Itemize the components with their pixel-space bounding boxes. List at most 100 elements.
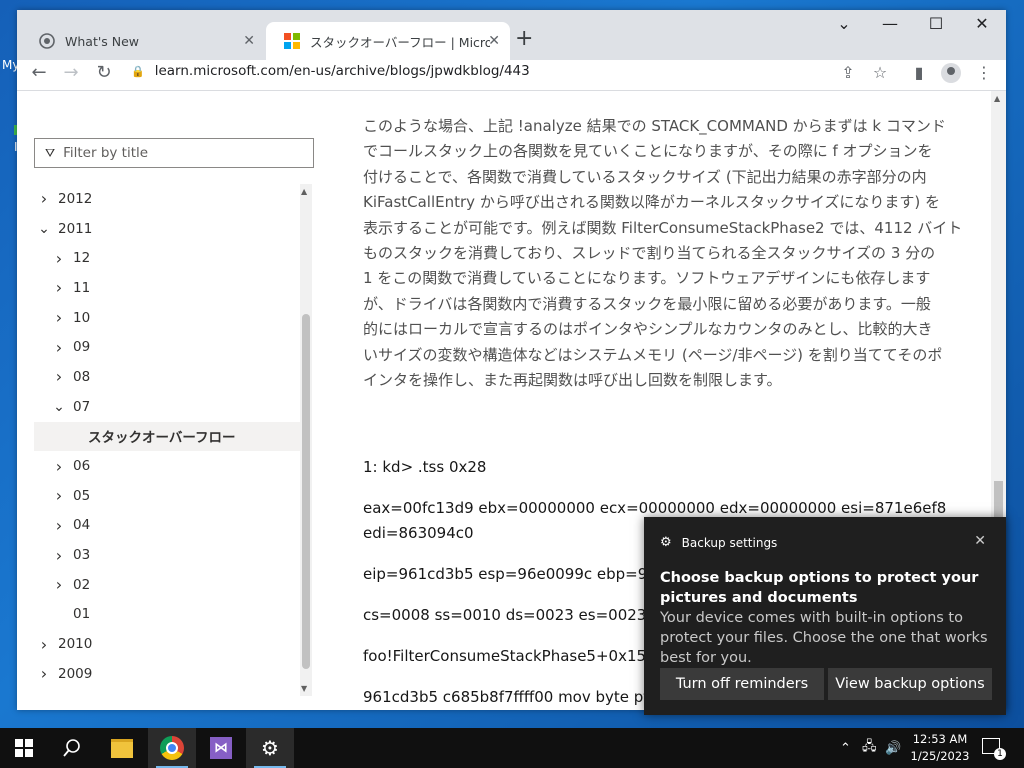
toc-item[interactable]: › 2010 [34, 629, 300, 659]
scroll-up-icon[interactable]: ▲ [301, 187, 307, 196]
toc-item[interactable]: › 12 [34, 243, 300, 273]
paragraph-line: 1 をこの関数で消費していることになります。ソフトウェアデザインにも依存します [363, 269, 931, 288]
chrome-icon [160, 736, 184, 760]
toc-item[interactable]: ⌄ 2011 [34, 214, 300, 244]
toc-item[interactable]: › 09 [34, 332, 300, 362]
chevron-right-icon: › [55, 456, 63, 476]
tab-title: What's New [65, 33, 140, 49]
visual-studio-button[interactable]: ⋈ [197, 728, 245, 768]
back-icon[interactable]: ← [27, 62, 51, 83]
volume-icon[interactable]: 🔊 [885, 728, 901, 768]
chrome-taskbar-button[interactable] [148, 728, 196, 768]
paragraph-line: 表示することが可能です。例えば関数 FilterConsumeStackPhas… [363, 218, 963, 237]
file-explorer-button[interactable] [98, 728, 146, 768]
toc-item-label: 08 [73, 368, 91, 385]
toc-tree: › 2012 ⌄ 2011 › 12 › 11 › 10 › 09 › 08 ⌄ 07 スタックオーバーフロー ›… [34, 184, 300, 689]
chevron-right-icon: › [55, 545, 63, 565]
chevron-right-icon: › [40, 664, 48, 684]
toast-title: Choose backup options to protect your pi… [660, 570, 979, 606]
toc-item[interactable]: › 11 [34, 273, 300, 303]
network-icon[interactable]: 🖧 [862, 728, 877, 768]
tab-search-icon[interactable]: ⌄ [821, 14, 867, 33]
toast-body: Your device comes with built-in options … [660, 610, 988, 666]
start-button[interactable] [0, 728, 48, 768]
scroll-up-icon[interactable]: ▲ [994, 94, 1000, 103]
toc-item-label: 03 [73, 547, 91, 564]
microsoft-icon [284, 33, 300, 49]
chevron-right-icon: › [55, 515, 63, 535]
scroll-down-icon[interactable]: ▼ [301, 684, 307, 693]
reload-icon[interactable]: ↻ [92, 62, 116, 83]
tab-stack-overflow[interactable]: スタックオーバーフロー | Microsoft Lea ✕ [266, 22, 510, 60]
toc-item-label: 07 [73, 398, 91, 415]
toc-item-label: 10 [73, 309, 91, 326]
chevron-down-icon: ⌄ [53, 398, 65, 415]
turn-off-reminders-button[interactable]: Turn off reminders [660, 668, 824, 700]
toc-item[interactable]: › 2009 [34, 659, 300, 689]
toc-item[interactable]: › 08 [34, 362, 300, 392]
toc-scrollbar[interactable]: ▲ ▼ [300, 184, 312, 696]
taskbar-clock[interactable]: 12:53 AM 1/25/2023 [905, 731, 975, 765]
filter-by-title-input[interactable]: ⛛ Filter by title [34, 138, 314, 168]
gear-icon: ⚙ [261, 736, 279, 760]
settings-taskbar-button[interactable]: ⚙ [246, 728, 294, 768]
close-window-button[interactable]: ✕ [959, 14, 1005, 33]
chevron-right-icon: › [55, 486, 63, 506]
paragraph-line: ものスタックを消費しており、スレッドで割り当てられる全スタックサイズの 3 分の [363, 244, 936, 263]
article-paragraph: このような場合、上記 !analyze 結果での STACK_COMMAND か… [363, 114, 975, 393]
chevron-right-icon: › [40, 189, 48, 209]
forward-icon[interactable]: → [59, 62, 83, 83]
chevron-right-icon: › [40, 634, 48, 654]
toc-item[interactable]: › 02 [34, 570, 300, 600]
browser-toolbar: ← → ↻ 🔒 learn.microsoft.com/en-us/archiv… [17, 60, 1006, 90]
maximize-button[interactable]: ☐ [913, 14, 959, 33]
new-tab-button[interactable]: + [515, 26, 533, 51]
filter-placeholder: Filter by title [63, 145, 149, 161]
toc-scroll-thumb[interactable] [302, 314, 310, 669]
close-icon[interactable]: ✕ [243, 33, 255, 49]
toc-item-label: 12 [73, 250, 91, 267]
toc-item-label: スタックオーバーフロー [88, 430, 236, 447]
toc-item-label: 09 [73, 339, 91, 356]
search-button[interactable] [48, 728, 96, 768]
chevron-right-icon: › [55, 278, 63, 298]
paragraph-line: でコールスタック上の各関数を見ていくことになりますが、その際に f オプションを [363, 142, 933, 161]
paragraph-line: KiFastCallEntry から呼び出される関数以降がカーネルスタックサイズ… [363, 193, 940, 212]
paragraph-line: 的にはローカルで宣言するのはポインタやシンプルなカウンタのみとし、比較的大き [363, 320, 933, 339]
url-text: learn.microsoft.com/en-us/archive/blogs/… [154, 63, 530, 79]
toc-item[interactable]: › 05 [34, 481, 300, 511]
toc-item-label: 05 [73, 487, 91, 504]
toc-item-label: 2010 [58, 636, 93, 653]
paragraph-line: インタを操作し、また再起関数は呼び出し回数を制限します。 [363, 371, 782, 390]
tab-whats-new[interactable]: What's New ✕ [21, 22, 265, 60]
toc-item[interactable]: › 2012 [34, 184, 300, 214]
toc-item[interactable]: 01 [34, 600, 300, 630]
debugger-output-line: 1: kd> .tss 0x28 [363, 458, 487, 477]
minimize-button[interactable]: — [867, 14, 913, 33]
toc-item[interactable]: › 06 [34, 451, 300, 481]
address-bar[interactable]: 🔒 learn.microsoft.com/en-us/archive/blog… [125, 60, 845, 82]
close-icon[interactable]: ✕ [488, 33, 500, 49]
share-icon[interactable]: ⇪ [837, 63, 859, 82]
toast-header: ⚙ Backup settings [660, 535, 777, 550]
toc-item[interactable]: › 03 [34, 540, 300, 570]
close-icon[interactable]: ✕ [974, 533, 986, 549]
show-hidden-icons[interactable]: ⌃ [840, 728, 851, 768]
view-backup-options-button[interactable]: View backup options [828, 668, 992, 700]
menu-icon[interactable]: ⋮ [973, 63, 995, 82]
chevron-right-icon: › [55, 575, 63, 595]
toc-sidebar: ⛛ Filter by title › 2012 ⌄ 2011 › 12 › 11 › 10 › 09… [17, 91, 317, 710]
chevron-right-icon: › [55, 248, 63, 268]
toc-item[interactable]: › 04 [34, 511, 300, 541]
profile-avatar[interactable] [941, 63, 961, 83]
folder-icon [111, 738, 133, 758]
toc-item[interactable]: スタックオーバーフロー [34, 421, 300, 452]
toc-item[interactable]: › 10 [34, 303, 300, 333]
chevron-down-icon: ⌄ [38, 220, 50, 237]
lock-icon[interactable]: 🔒 [131, 65, 145, 78]
bookmark-star-icon[interactable]: ☆ [869, 63, 891, 82]
search-icon [63, 739, 80, 757]
toc-item[interactable]: ⌄ 07 [34, 392, 300, 422]
side-panel-icon[interactable]: ▮ [908, 63, 930, 82]
toc-item-label: 2012 [58, 190, 93, 207]
